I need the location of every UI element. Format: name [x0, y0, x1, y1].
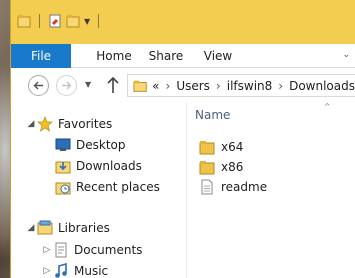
- tree-label-libraries: Libraries: [58, 221, 110, 235]
- file-row-x86[interactable]: x86: [199, 157, 243, 177]
- recent-places-icon: [55, 182, 71, 195]
- file-name-x86: x86: [221, 160, 244, 174]
- tree-label-favorites: Favorites: [58, 117, 113, 131]
- tree-label-downloads: Downloads: [76, 159, 142, 173]
- expand-ribbon-icon[interactable]: ⌄: [342, 50, 350, 60]
- expand-chevron-icon[interactable]: ▷: [41, 245, 53, 255]
- expand-chevron-icon[interactable]: ▷: [41, 266, 53, 276]
- tree-item-music[interactable]: ▷ Music: [41, 261, 108, 278]
- collapse-chevron-icon[interactable]: ◢: [25, 119, 37, 129]
- properties-icon[interactable]: [48, 14, 62, 28]
- navigation-bar: ▼ « › Users › ilfswin8 › Downloads: [11, 68, 355, 102]
- tree-favorites[interactable]: ◢ Favorites: [25, 114, 112, 134]
- forward-button[interactable]: [56, 75, 77, 96]
- up-arrow-icon[interactable]: [106, 76, 120, 94]
- address-segment-users[interactable]: Users: [176, 79, 210, 93]
- tab-home[interactable]: Home: [89, 44, 139, 68]
- title-bar: ▼: [11, 0, 355, 44]
- folder-icon: [199, 161, 215, 175]
- file-list: ^ Name x64 x86 readme: [187, 102, 355, 278]
- tree-libraries[interactable]: ◢ Libraries: [25, 218, 110, 238]
- quick-access-toolbar: ▼: [17, 14, 103, 28]
- folder-icon: [199, 141, 215, 155]
- qat-separator: [39, 14, 40, 28]
- forward-arrow-icon: [62, 81, 72, 90]
- collapse-chevron-icon[interactable]: ◢: [25, 223, 37, 233]
- new-folder-icon[interactable]: [66, 14, 80, 28]
- libraries-icon: [37, 220, 53, 235]
- music-icon: [55, 263, 67, 278]
- explorer-window: ▼ File Home Share View ⌄ ▼ « › Users › i…: [10, 0, 355, 278]
- downloads-folder-icon: [55, 161, 71, 174]
- navigation-pane: ◢ Favorites Desktop Downloads Recent pla…: [11, 102, 186, 278]
- tab-file[interactable]: File: [11, 44, 71, 68]
- back-arrow-icon: [33, 81, 43, 90]
- tree-item-downloads[interactable]: Downloads: [55, 156, 142, 176]
- address-bar[interactable]: « › Users › ilfswin8 › Downloads: [127, 74, 355, 97]
- desktop-icon: [55, 138, 71, 151]
- text-file-icon: [201, 179, 213, 195]
- address-segment-user[interactable]: ilfswin8: [227, 79, 273, 93]
- tree-label-recent-places: Recent places: [76, 180, 160, 194]
- favorites-star-icon: [37, 116, 53, 132]
- file-row-x64[interactable]: x64: [199, 137, 243, 157]
- tree-label-desktop: Desktop: [76, 138, 126, 152]
- back-button[interactable]: [28, 75, 49, 96]
- tree-item-documents[interactable]: ▷ Documents: [41, 240, 142, 260]
- sort-ascending-icon: ^: [324, 102, 331, 111]
- customize-qat-icon[interactable]: ▼: [84, 17, 90, 26]
- tree-item-desktop[interactable]: Desktop: [55, 135, 126, 155]
- file-name-readme: readme: [221, 180, 268, 194]
- tab-share[interactable]: Share: [144, 44, 188, 68]
- file-name-x64: x64: [221, 140, 244, 154]
- tree-label-music: Music: [74, 264, 109, 278]
- address-overflow[interactable]: «: [152, 79, 159, 93]
- address-segment-downloads[interactable]: Downloads: [289, 79, 355, 93]
- content-area: ◢ Favorites Desktop Downloads Recent pla…: [11, 102, 355, 278]
- file-row-readme[interactable]: readme: [199, 177, 267, 197]
- ribbon-tab-bar: File Home Share View ⌄: [11, 44, 355, 68]
- address-separator: ›: [165, 78, 171, 93]
- window-folder-icon[interactable]: [17, 14, 31, 28]
- column-header-name[interactable]: Name: [195, 108, 230, 122]
- tab-view[interactable]: View: [201, 44, 235, 68]
- address-folder-icon: [133, 80, 147, 92]
- tree-label-documents: Documents: [74, 243, 143, 257]
- address-separator[interactable]: ›: [278, 79, 283, 93]
- documents-icon: [55, 242, 67, 258]
- address-separator[interactable]: ›: [216, 79, 221, 93]
- recent-locations-dropdown[interactable]: ▼: [85, 80, 91, 89]
- tree-item-recent-places[interactable]: Recent places: [55, 177, 160, 197]
- qat-separator-2: [98, 14, 100, 28]
